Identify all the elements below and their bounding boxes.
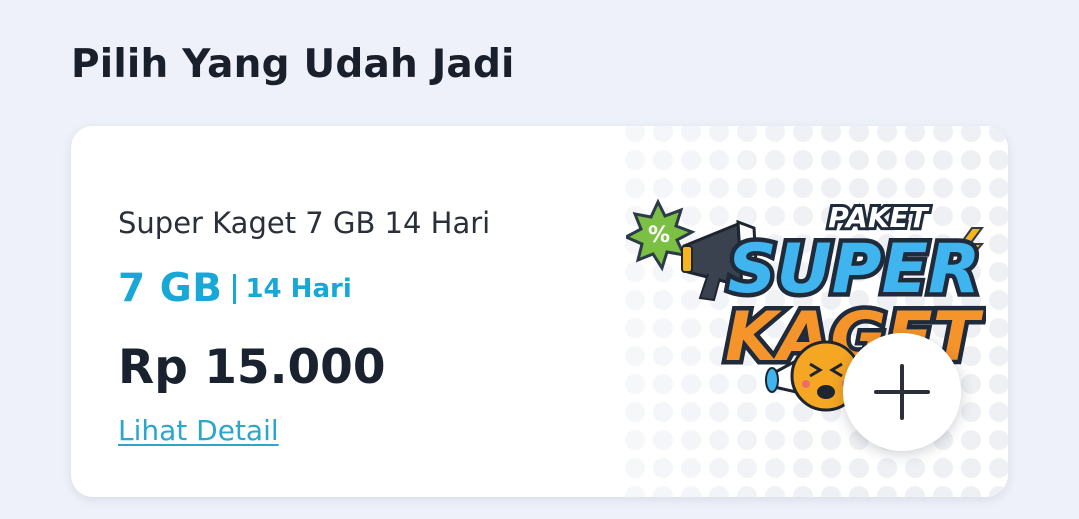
background-dot xyxy=(989,126,1008,142)
background-dot xyxy=(989,374,1008,394)
background-dot xyxy=(989,234,1008,254)
background-dot xyxy=(989,318,1008,338)
background-dot xyxy=(681,126,701,142)
background-dot xyxy=(989,402,1008,422)
background-dot xyxy=(625,486,645,497)
background-dot xyxy=(961,458,981,478)
plus-icon xyxy=(874,364,930,420)
discount-badge-label: % xyxy=(648,223,670,248)
package-card[interactable]: Super Kaget 7 GB 14 Hari 7 GB 14 Hari Rp… xyxy=(71,126,1008,497)
background-dot xyxy=(737,486,757,497)
background-dot xyxy=(765,458,785,478)
background-dot xyxy=(961,430,981,450)
background-dot xyxy=(681,458,701,478)
background-dot xyxy=(821,430,841,450)
background-dot xyxy=(737,430,757,450)
background-dot xyxy=(877,126,897,142)
background-dot xyxy=(905,458,925,478)
background-dot xyxy=(933,150,953,170)
background-dot xyxy=(849,486,869,497)
background-dot xyxy=(905,486,925,497)
background-dot xyxy=(961,150,981,170)
background-dot xyxy=(765,430,785,450)
background-dot xyxy=(793,430,813,450)
background-dot xyxy=(653,486,673,497)
background-dot xyxy=(821,486,841,497)
background-dot xyxy=(933,126,953,142)
background-dot xyxy=(821,458,841,478)
background-dot xyxy=(709,126,729,142)
background-dot xyxy=(793,486,813,497)
background-dot xyxy=(989,290,1008,310)
background-dot xyxy=(821,150,841,170)
background-dot xyxy=(737,458,757,478)
background-dot xyxy=(765,486,785,497)
section-title: Pilih Yang Udah Jadi xyxy=(71,42,515,87)
background-dot xyxy=(653,458,673,478)
background-dot xyxy=(709,458,729,478)
background-dot xyxy=(877,458,897,478)
background-dot xyxy=(709,486,729,497)
see-detail-link[interactable]: Lihat Detail xyxy=(118,414,279,447)
background-dot xyxy=(765,150,785,170)
background-dot xyxy=(849,458,869,478)
background-dot xyxy=(709,150,729,170)
background-dot xyxy=(653,430,673,450)
quota-separator xyxy=(233,273,237,304)
background-dot xyxy=(625,430,645,450)
background-dot xyxy=(625,458,645,478)
background-dot xyxy=(989,206,1008,226)
background-dot xyxy=(961,126,981,142)
background-dot xyxy=(989,346,1008,366)
background-dot xyxy=(625,126,645,142)
background-dot xyxy=(989,458,1008,478)
background-dot xyxy=(877,486,897,497)
background-dot xyxy=(737,126,757,142)
background-dot xyxy=(989,262,1008,282)
package-quota-row: 7 GB 14 Hari xyxy=(118,266,352,311)
background-dot xyxy=(905,150,925,170)
background-dot xyxy=(653,150,673,170)
background-dot xyxy=(849,150,869,170)
background-dot xyxy=(905,126,925,142)
background-dot xyxy=(681,150,701,170)
background-dot xyxy=(849,126,869,142)
background-dot xyxy=(681,430,701,450)
background-dot xyxy=(989,150,1008,170)
background-dot xyxy=(793,458,813,478)
package-duration: 14 Hari xyxy=(245,273,352,304)
package-quota: 7 GB xyxy=(118,266,223,311)
background-dot xyxy=(933,458,953,478)
background-dot xyxy=(793,150,813,170)
background-dot xyxy=(877,150,897,170)
background-dot xyxy=(989,430,1008,450)
background-dot xyxy=(933,486,953,497)
background-dot xyxy=(709,430,729,450)
add-to-cart-button[interactable] xyxy=(843,333,961,451)
background-dot xyxy=(989,486,1008,497)
background-dot xyxy=(737,150,757,170)
background-dot xyxy=(765,126,785,142)
background-dot xyxy=(821,126,841,142)
package-price: Rp 15.000 xyxy=(118,340,386,395)
package-name: Super Kaget 7 GB 14 Hari xyxy=(118,206,491,240)
background-dot xyxy=(653,126,673,142)
background-dot xyxy=(989,178,1008,198)
background-dot xyxy=(793,126,813,142)
background-dot xyxy=(625,150,645,170)
background-dot xyxy=(961,486,981,497)
background-dot xyxy=(681,486,701,497)
